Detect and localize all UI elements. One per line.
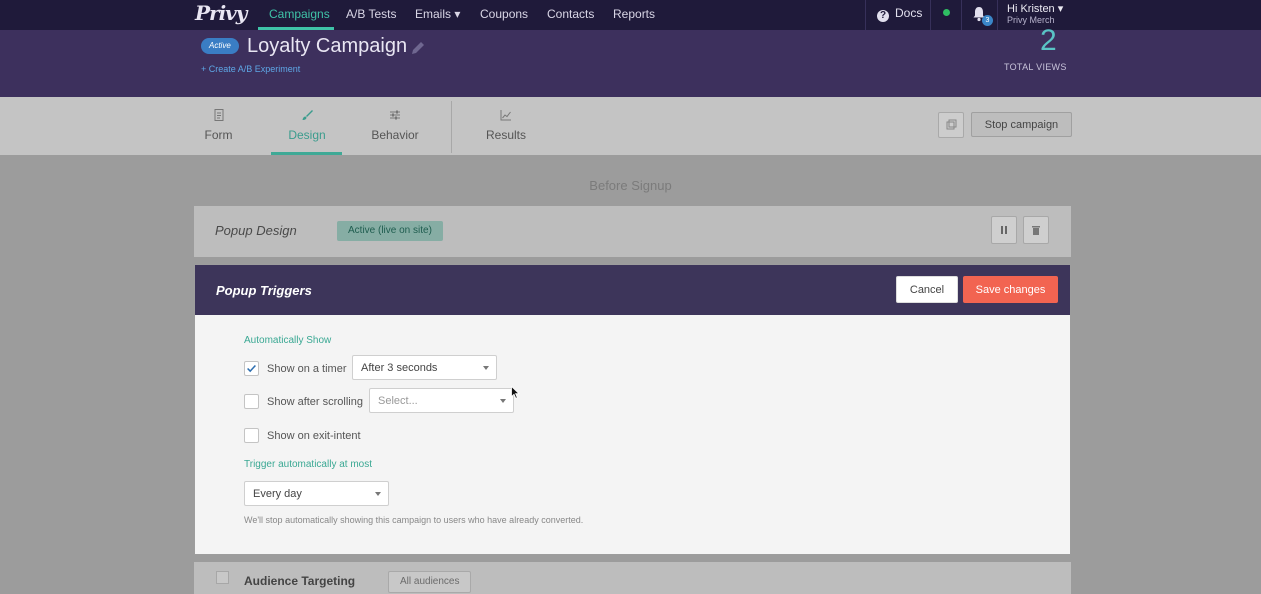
docs-link[interactable]: ? Docs [877,6,922,22]
chevron-down-icon [375,492,381,496]
scrolling-label: Show after scrolling [267,396,363,408]
frequency-select[interactable]: Every day [244,481,389,506]
brush-icon [302,110,313,120]
help-icon: ? [877,10,889,22]
edit-pencil-icon[interactable] [410,40,426,56]
notification-badge: 3 [982,15,993,26]
scrolling-select[interactable]: Select... [369,388,514,413]
exit-intent-label: Show on exit-intent [267,430,361,442]
checkmark-icon [247,364,256,373]
popup-triggers-header: Popup Triggers Cancel Save changes [195,265,1070,315]
frequency-select-value: Every day [253,488,302,500]
chart-icon [500,110,511,121]
nav-reports[interactable]: Reports [613,7,655,21]
nav-contacts[interactable]: Contacts [547,7,594,21]
tab-design[interactable]: Design [277,97,337,155]
top-nav: Privy Campaigns A/B Tests Emails ▾ Coupo… [0,0,1261,30]
mouse-cursor-icon [511,386,520,399]
tab-form-label: Form [204,128,233,142]
popup-design-title: Popup Design [215,223,297,238]
total-views-label: TOTAL VIEWS [1004,62,1067,72]
save-changes-button[interactable]: Save changes [963,276,1058,303]
trash-icon [1032,226,1040,235]
nav-campaigns[interactable]: Campaigns [269,7,330,21]
campaign-status-badge: Active [201,38,239,54]
audience-badge: All audiences [388,571,472,593]
delete-button[interactable] [1023,216,1049,244]
user-menu[interactable]: Hi Kristen ▾ [1007,2,1063,15]
scrolling-checkbox[interactable] [244,394,259,409]
privy-logo[interactable]: Privy [195,1,247,25]
total-views-count: 2 [1040,24,1057,57]
audience-targeting-row[interactable]: Audience Targeting All audiences [194,562,1071,594]
nav-ab-tests[interactable]: A/B Tests [346,7,396,21]
nav-coupons[interactable]: Coupons [480,7,528,21]
timer-select-value: After 3 seconds [361,362,438,374]
pause-button[interactable] [991,216,1017,244]
create-ab-experiment-link[interactable]: + Create A/B Experiment [201,64,300,74]
tab-behavior-label: Behavior [371,128,419,142]
tab-behavior[interactable]: Behavior [364,97,426,155]
popup-triggers-panel: Popup Triggers Cancel Save changes Autom… [194,264,1071,555]
sliders-icon [390,110,400,120]
tab-separator [451,101,452,153]
chevron-down-icon [500,399,506,403]
nav-divider [930,0,931,30]
online-status-icon [943,9,950,16]
converted-users-hint: We'll stop automatically showing this ca… [244,515,584,525]
trigger-frequency-label: Trigger automatically at most [244,459,373,470]
tab-design-label: Design [288,128,326,142]
duplicate-button[interactable] [938,112,964,138]
campaign-title: Loyalty Campaign [247,35,408,57]
copy-icon [946,119,957,130]
timer-select[interactable]: After 3 seconds [352,355,497,380]
active-tab-underline [271,152,342,155]
tab-results[interactable]: Results [481,97,531,155]
stop-campaign-button[interactable]: Stop campaign [971,112,1072,137]
nav-divider [961,0,962,30]
chevron-down-icon [483,366,489,370]
form-icon [214,109,223,121]
exit-intent-checkbox[interactable] [244,428,259,443]
audience-checkbox[interactable] [216,571,229,584]
nav-emails[interactable]: Emails ▾ [415,7,460,21]
docs-label: Docs [895,6,923,20]
campaign-header: Active Loyalty Campaign + Create A/B Exp… [0,24,1261,97]
timer-label: Show on a timer [267,363,347,375]
popup-design-row[interactable]: Popup Design Active (live on site) [194,206,1071,257]
popup-triggers-title: Popup Triggers [216,283,312,298]
pause-icon [1001,226,1007,234]
automatically-show-label: Automatically Show [244,335,332,346]
scrolling-select-placeholder: Select... [378,395,418,407]
cancel-button[interactable]: Cancel [896,276,958,303]
nav-divider [865,0,866,30]
live-status-badge: Active (live on site) [337,221,443,241]
timer-checkbox[interactable] [244,361,259,376]
tab-results-label: Results [485,128,526,142]
audience-targeting-title: Audience Targeting [244,574,356,588]
nav-divider [997,0,998,30]
section-heading: Before Signup [589,178,672,193]
tab-form[interactable]: Form [196,97,241,155]
